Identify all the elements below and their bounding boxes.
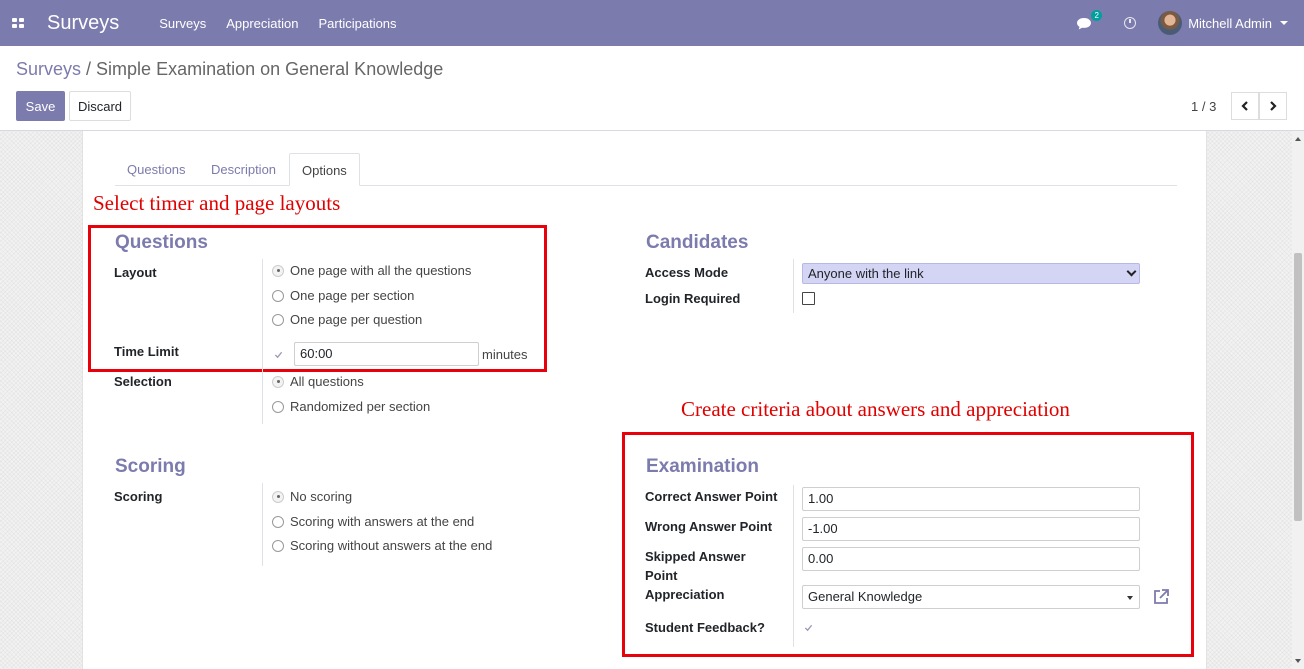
access-mode-select[interactable]: Anyone with the link xyxy=(802,263,1140,284)
layout-option-label: One page with all the questions xyxy=(290,263,472,278)
skipped-answer-label-2: Point xyxy=(645,568,678,583)
scoring-separator xyxy=(262,483,263,566)
layout-label: Layout xyxy=(114,265,157,280)
correct-answer-input[interactable]: 1.00 xyxy=(802,487,1140,511)
breadcrumb: Surveys / Simple Examination on General … xyxy=(16,59,443,80)
scoring-option-with-answers[interactable]: Scoring with answers at the end xyxy=(272,514,474,529)
correct-answer-label: Correct Answer Point xyxy=(645,489,778,504)
access-mode-value: Anyone with the link xyxy=(808,266,924,281)
login-required-label: Login Required xyxy=(645,291,741,306)
user-avatar[interactable] xyxy=(1158,11,1183,35)
check-icon xyxy=(274,351,283,359)
check-icon xyxy=(804,624,813,632)
selection-option-label: All questions xyxy=(290,374,364,389)
chat-badge: 2 xyxy=(1091,10,1103,21)
examination-separator xyxy=(793,485,794,647)
top-navbar: Surveys Surveys Appreciation Participati… xyxy=(0,0,1304,46)
breadcrumb-parent[interactable]: Surveys xyxy=(16,59,81,79)
layout-option-label: One page per section xyxy=(290,288,415,303)
scoring-option-label: No scoring xyxy=(290,489,353,504)
time-limit-label: Time Limit xyxy=(114,344,179,359)
control-panel: Surveys / Simple Examination on General … xyxy=(0,46,1304,131)
menu-participations[interactable]: Participations xyxy=(309,16,407,31)
scoring-option-label: Scoring without answers at the end xyxy=(290,538,493,553)
time-limit-unit: minutes xyxy=(482,347,528,362)
chat-icon[interactable]: 2 xyxy=(1076,10,1103,32)
appreciation-dropdown[interactable]: General Knowledge xyxy=(802,585,1140,609)
caret-down-icon[interactable] xyxy=(1127,596,1133,600)
pager-value[interactable]: 1 / 3 xyxy=(1191,99,1216,114)
scrollbar-thumb[interactable] xyxy=(1294,253,1302,521)
scoring-group-title: Scoring xyxy=(115,456,186,477)
appreciation-label: Appreciation xyxy=(645,587,725,602)
tab-options[interactable]: Options xyxy=(289,153,360,186)
student-feedback-label: Student Feedback? xyxy=(645,620,765,635)
radio-checked-icon[interactable] xyxy=(272,490,284,503)
user-name[interactable]: Mitchell Admin xyxy=(1188,16,1272,31)
scroll-up-arrow-icon[interactable] xyxy=(1295,137,1301,141)
radio-icon[interactable] xyxy=(272,289,284,302)
wrong-answer-label: Wrong Answer Point xyxy=(645,519,773,534)
annotation-criteria: Create criteria about answers and apprec… xyxy=(681,397,1070,421)
layout-option-all[interactable]: One page with all the questions xyxy=(272,263,471,278)
tab-questions[interactable]: Questions xyxy=(115,153,198,186)
examination-group-title: Examination xyxy=(646,456,759,477)
menu-appreciation[interactable]: Appreciation xyxy=(216,16,308,31)
candidates-separator xyxy=(793,259,794,313)
selection-option-label: Randomized per section xyxy=(290,399,431,414)
chevron-down-icon xyxy=(1126,266,1137,277)
navbar-systray: 2 Mitchell Admin xyxy=(1076,0,1288,46)
external-link-icon[interactable] xyxy=(1152,588,1170,606)
radio-checked-icon[interactable] xyxy=(272,375,284,388)
form-sheet: Questions Description Options Select tim… xyxy=(82,131,1207,669)
chevron-left-icon xyxy=(1241,101,1248,111)
radio-icon[interactable] xyxy=(272,539,284,552)
selection-option-random[interactable]: Randomized per section xyxy=(272,399,430,414)
wrong-answer-input[interactable]: -1.00 xyxy=(802,517,1140,541)
scoring-label: Scoring xyxy=(114,489,163,504)
user-caret-icon[interactable] xyxy=(1280,21,1288,25)
scroll-down-arrow-icon[interactable] xyxy=(1295,659,1301,663)
tab-description[interactable]: Description xyxy=(199,153,288,186)
radio-icon[interactable] xyxy=(272,515,284,528)
layout-option-label: One page per question xyxy=(290,312,423,327)
breadcrumb-separator: / xyxy=(81,59,97,79)
pager-next-button[interactable] xyxy=(1259,92,1287,120)
radio-checked-icon[interactable] xyxy=(272,264,284,277)
layout-option-question[interactable]: One page per question xyxy=(272,312,422,327)
login-required-checkbox[interactable] xyxy=(802,292,815,305)
scoring-option-label: Scoring with answers at the end xyxy=(290,514,475,529)
scoring-option-without-answers[interactable]: Scoring without answers at the end xyxy=(272,538,492,553)
candidates-group-title: Candidates xyxy=(646,232,749,253)
student-feedback-checkbox[interactable] xyxy=(802,621,815,634)
vertical-scrollbar[interactable] xyxy=(1292,131,1304,669)
selection-label: Selection xyxy=(114,374,172,389)
breadcrumb-current: Simple Examination on General Knowledge xyxy=(96,59,444,79)
selection-option-all[interactable]: All questions xyxy=(272,374,364,389)
discard-button[interactable]: Discard xyxy=(69,91,131,121)
save-button[interactable]: Save xyxy=(16,91,65,121)
questions-separator xyxy=(262,259,263,424)
radio-icon[interactable] xyxy=(272,400,284,413)
radio-icon[interactable] xyxy=(272,313,284,326)
layout-option-section[interactable]: One page per section xyxy=(272,288,414,303)
skipped-answer-input[interactable]: 0.00 xyxy=(802,547,1140,571)
annotation-layouts: Select timer and page layouts xyxy=(93,191,341,215)
main-menu: Surveys Appreciation Participations xyxy=(149,16,406,31)
access-mode-label: Access Mode xyxy=(645,265,729,280)
skipped-answer-label: Skipped Answer xyxy=(645,549,746,564)
scoring-option-none[interactable]: No scoring xyxy=(272,489,352,504)
app-brand[interactable]: Surveys xyxy=(47,12,119,35)
chevron-right-icon xyxy=(1270,101,1277,111)
apps-menu-icon[interactable] xyxy=(12,17,25,29)
activity-clock-icon[interactable] xyxy=(1124,17,1137,29)
appreciation-value: General Knowledge xyxy=(808,589,923,604)
menu-surveys[interactable]: Surveys xyxy=(149,16,216,31)
time-limit-input[interactable]: 60:00 xyxy=(294,342,479,366)
notebook-tabs: Questions Description Options xyxy=(115,153,1177,186)
time-limit-checkbox[interactable] xyxy=(272,348,285,361)
questions-group-title: Questions xyxy=(115,232,208,253)
pager-previous-button[interactable] xyxy=(1231,92,1259,120)
